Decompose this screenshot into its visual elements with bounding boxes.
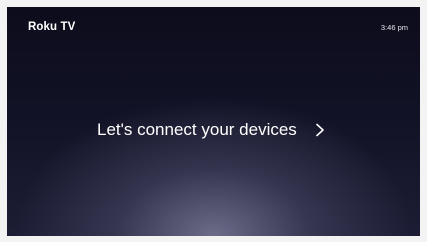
chevron-right-icon[interactable]: [315, 123, 325, 137]
clock-time: 3:46 pm: [380, 23, 408, 32]
roku-tv-logo: Roku TV: [28, 21, 76, 33]
prompt-text: Let's connect your devices: [97, 120, 297, 139]
connect-devices-prompt[interactable]: Let's connect your devices: [97, 121, 325, 138]
tv-screen: Roku TV 3:46 pm Let's connect your devic…: [7, 7, 420, 236]
